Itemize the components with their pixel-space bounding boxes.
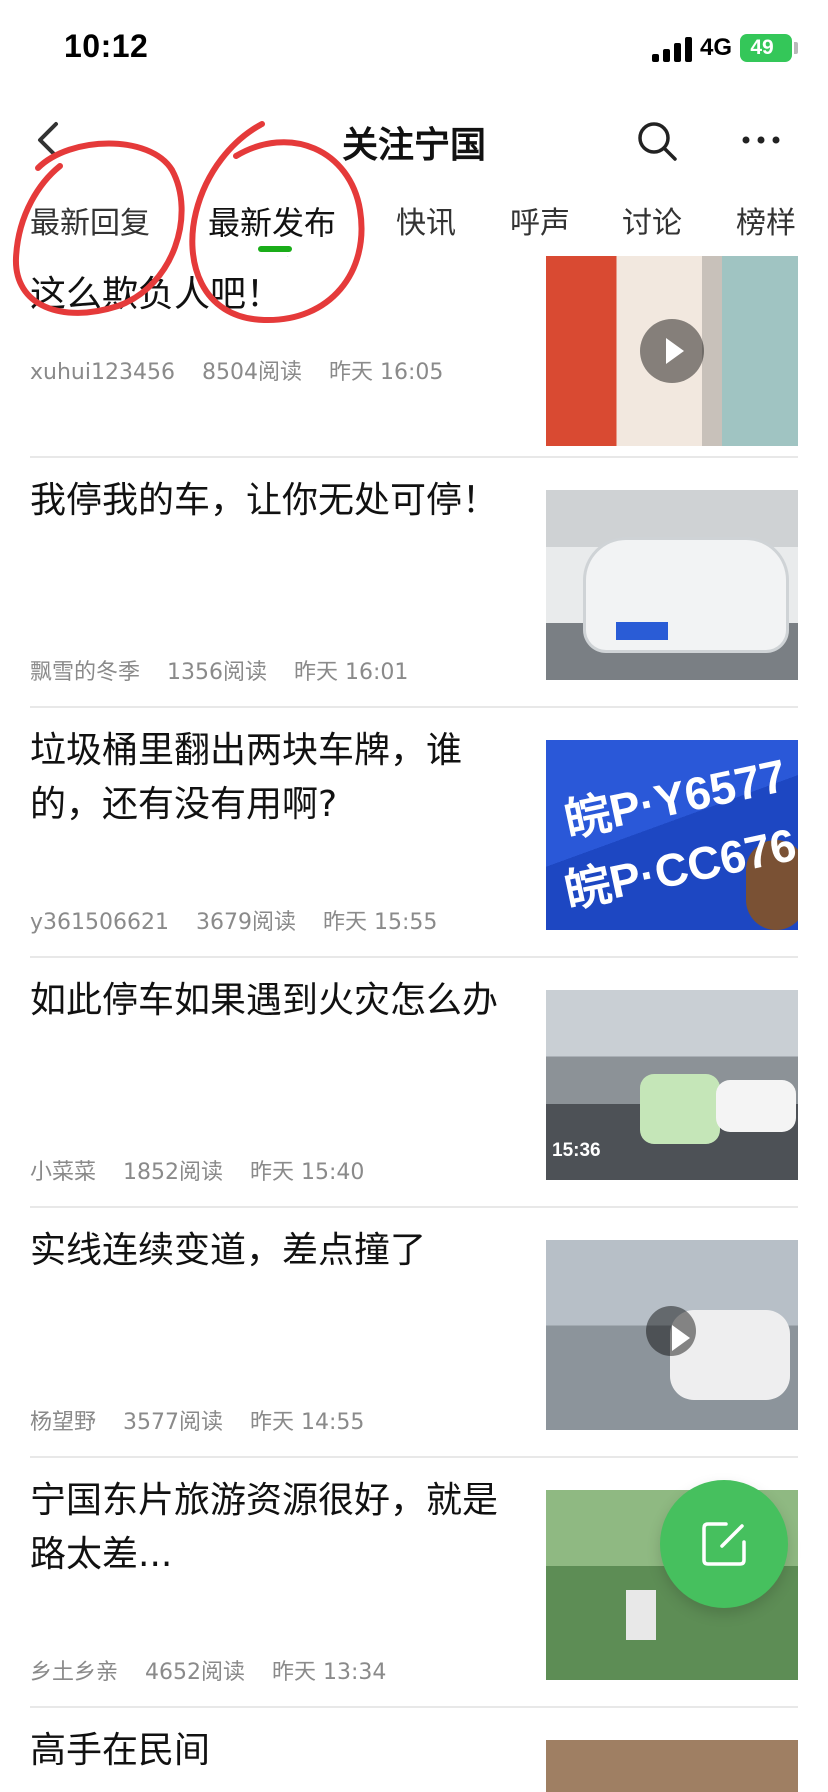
annotation-circles (12, 121, 365, 324)
post-meta: y361506621 3679阅读 昨天 15:55 (30, 904, 457, 936)
status-time: 10:12 (64, 28, 149, 64)
post-title[interactable]: 实线连续变道，差点撞了 (30, 1224, 530, 1278)
post-reads: 3577阅读 (123, 1410, 224, 1435)
post-meta: 乡土乡亲 4652阅读 昨天 13:34 (30, 1654, 406, 1686)
post-time: 昨天 16:01 (294, 660, 409, 685)
signal-icon (652, 36, 694, 62)
post-title[interactable]: 如此停车如果遇到火灾怎么办 (30, 974, 530, 1028)
play-icon[interactable] (640, 319, 704, 383)
post-time: 昨天 15:55 (323, 910, 438, 935)
post-author: 飘雪的冬季 (30, 660, 141, 685)
post-time: 昨天 14:55 (250, 1410, 365, 1435)
compose-icon (698, 1518, 750, 1570)
status-bar: 10:12 4G 49 (0, 0, 828, 96)
post-author: y361506621 (30, 910, 169, 935)
post-title[interactable]: 垃圾桶里翻出两块车牌，谁的，还有没有用啊? (30, 724, 530, 832)
post-thumbnail[interactable] (546, 1240, 798, 1430)
post-thumbnail[interactable]: 皖P·Y6577 皖P·CC676 (546, 740, 798, 930)
post-reads: 1356阅读 (167, 660, 268, 685)
post-meta: 杨望野 3577阅读 昨天 14:55 (30, 1404, 384, 1436)
tab-discussion[interactable]: 讨论 (622, 198, 682, 242)
post-reads: 8504阅读 (201, 360, 302, 385)
post-item[interactable]: 我停我的车，让你无处可停！ 飘雪的冬季 1356阅读 昨天 16:01 (30, 458, 798, 708)
post-thumbnail[interactable] (546, 1740, 798, 1792)
post-time: 昨天 13:34 (272, 1660, 387, 1685)
post-title[interactable]: 宁国东片旅游资源很好，就是路太差... (30, 1474, 530, 1582)
post-reads: 4652阅读 (145, 1660, 246, 1685)
more-icon[interactable] (738, 122, 784, 158)
post-item[interactable]: 实线连续变道，差点撞了 杨望野 3577阅读 昨天 14:55 (30, 1208, 798, 1458)
post-title[interactable]: 我停我的车，让你无处可停！ (30, 474, 530, 528)
post-item[interactable]: 如此停车如果遇到火灾怎么办 小菜菜 1852阅读 昨天 15:40 15:36 (30, 958, 798, 1208)
camera-timestamp: 15:36 (552, 1140, 601, 1161)
tab-role-model[interactable]: 榜样 (736, 198, 796, 242)
post-author: 小菜菜 (30, 1160, 97, 1185)
post-author: xuhui123456 (30, 360, 175, 385)
battery-level: 49 (750, 36, 774, 59)
post-reads: 3679阅读 (196, 910, 296, 935)
post-thumbnail[interactable]: 15:36 (546, 990, 798, 1180)
battery-cap (794, 42, 798, 54)
post-meta: xuhui123456 8504阅读 昨天 16:05 (30, 354, 463, 386)
battery-icon: 49 (740, 34, 792, 62)
post-thumbnail[interactable] (546, 490, 798, 680)
annotation-circle-2 (189, 121, 365, 324)
post-time: 昨天 15:40 (250, 1160, 365, 1185)
post-title[interactable]: 高手在民间 (30, 1724, 530, 1778)
tab-news[interactable]: 快讯 (396, 198, 456, 242)
annotation-circle-1 (12, 140, 185, 316)
post-author: 乡土乡亲 (30, 1660, 119, 1685)
post-thumbnail[interactable] (546, 256, 798, 446)
post-reads: 1852阅读 (123, 1160, 224, 1185)
compose-button[interactable] (660, 1480, 788, 1608)
post-author: 杨望野 (30, 1410, 97, 1435)
post-meta: 小菜菜 1852阅读 昨天 15:40 (30, 1154, 384, 1186)
post-item[interactable]: 高手在民间 (30, 1708, 798, 1792)
network-type: 4G (700, 34, 733, 61)
post-meta: 飘雪的冬季 1356阅读 昨天 16:01 (30, 654, 428, 686)
post-item[interactable]: 垃圾桶里翻出两块车牌，谁的，还有没有用啊? y361506621 3679阅读 … (30, 708, 798, 958)
tab-voice[interactable]: 呼声 (510, 198, 570, 242)
search-icon[interactable] (636, 120, 678, 162)
play-icon[interactable] (646, 1306, 696, 1356)
post-time: 昨天 16:05 (328, 360, 444, 385)
